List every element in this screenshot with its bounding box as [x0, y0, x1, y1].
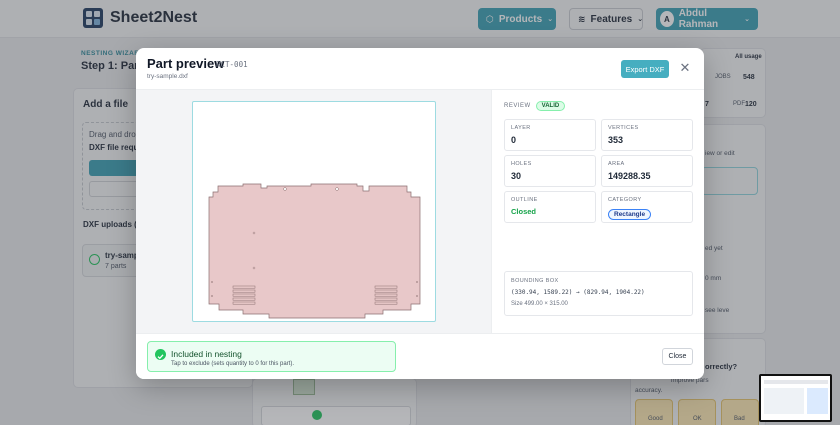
- review-label: REVIEW: [504, 103, 531, 109]
- details-pane: REVIEW VALID LAYER 0 VERTICES 353 HOLES …: [492, 90, 704, 333]
- stat-label: OUTLINE: [511, 197, 538, 203]
- stat-outline: OUTLINE Closed: [504, 191, 596, 223]
- bbox-coords: (330.94, 1589.22) → (829.94, 1904.22): [511, 289, 645, 296]
- close-button[interactable]: Close: [662, 348, 693, 365]
- include-toggle[interactable]: Included in nesting Tap to exclude (sets…: [147, 341, 396, 372]
- stat-vertices: VERTICES 353: [601, 119, 693, 151]
- check-circle-icon: [155, 349, 166, 360]
- stat-holes: HOLES 30: [504, 155, 596, 187]
- part-preview-modal: Part preview RCT-001 try-sample.dxf Expo…: [136, 48, 704, 379]
- part-canvas[interactable]: [192, 101, 436, 322]
- screenshot-thumbnail[interactable]: [759, 374, 832, 422]
- thumb-content: [764, 388, 804, 414]
- stat-category: CATEGORY Rectangle: [601, 191, 693, 223]
- stat-value: 0: [511, 135, 517, 145]
- stat-value: 353: [608, 135, 624, 145]
- review-row: REVIEW VALID: [504, 101, 566, 111]
- thumb-side: [807, 388, 828, 414]
- stat-label: VERTICES: [608, 125, 639, 131]
- part-drawing: [208, 183, 421, 319]
- file-name: try-sample.dxf: [147, 73, 188, 80]
- included-title: Included in nesting: [171, 349, 242, 359]
- stat-area: AREA 149288.35: [601, 155, 693, 187]
- stat-value: Closed: [511, 207, 537, 216]
- stat-layer: LAYER 0: [504, 119, 596, 151]
- export-dxf-button[interactable]: Export DXF: [621, 60, 669, 78]
- stat-value: 149288.35: [608, 171, 651, 181]
- bbox-size: Size 499.00 × 315.00: [511, 301, 568, 307]
- bbox-label: BOUNDING BOX: [511, 278, 559, 284]
- stat-label: HOLES: [511, 161, 532, 167]
- status-badge: VALID: [535, 101, 566, 111]
- part-code: RCT-001: [216, 60, 248, 69]
- mount-hole: [283, 187, 287, 191]
- category-badge: Rectangle: [608, 209, 652, 220]
- included-subtitle: Tap to exclude (sets quantity to 0 for t…: [171, 361, 295, 367]
- modal-header: Part preview RCT-001 try-sample.dxf Expo…: [136, 48, 704, 90]
- preview-pane: [136, 90, 492, 333]
- thumb-header: [764, 380, 828, 384]
- stat-label: CATEGORY: [608, 197, 642, 203]
- stat-label: AREA: [608, 161, 625, 167]
- mount-hole: [335, 187, 339, 191]
- modal-footer: Included in nesting Tap to exclude (sets…: [136, 333, 704, 379]
- close-icon[interactable]: ✕: [677, 60, 693, 76]
- stat-label: LAYER: [511, 125, 531, 131]
- bounding-box-panel: BOUNDING BOX (330.94, 1589.22) → (829.94…: [504, 271, 693, 316]
- modal-title: Part preview: [147, 56, 225, 71]
- stat-value: 30: [511, 171, 522, 181]
